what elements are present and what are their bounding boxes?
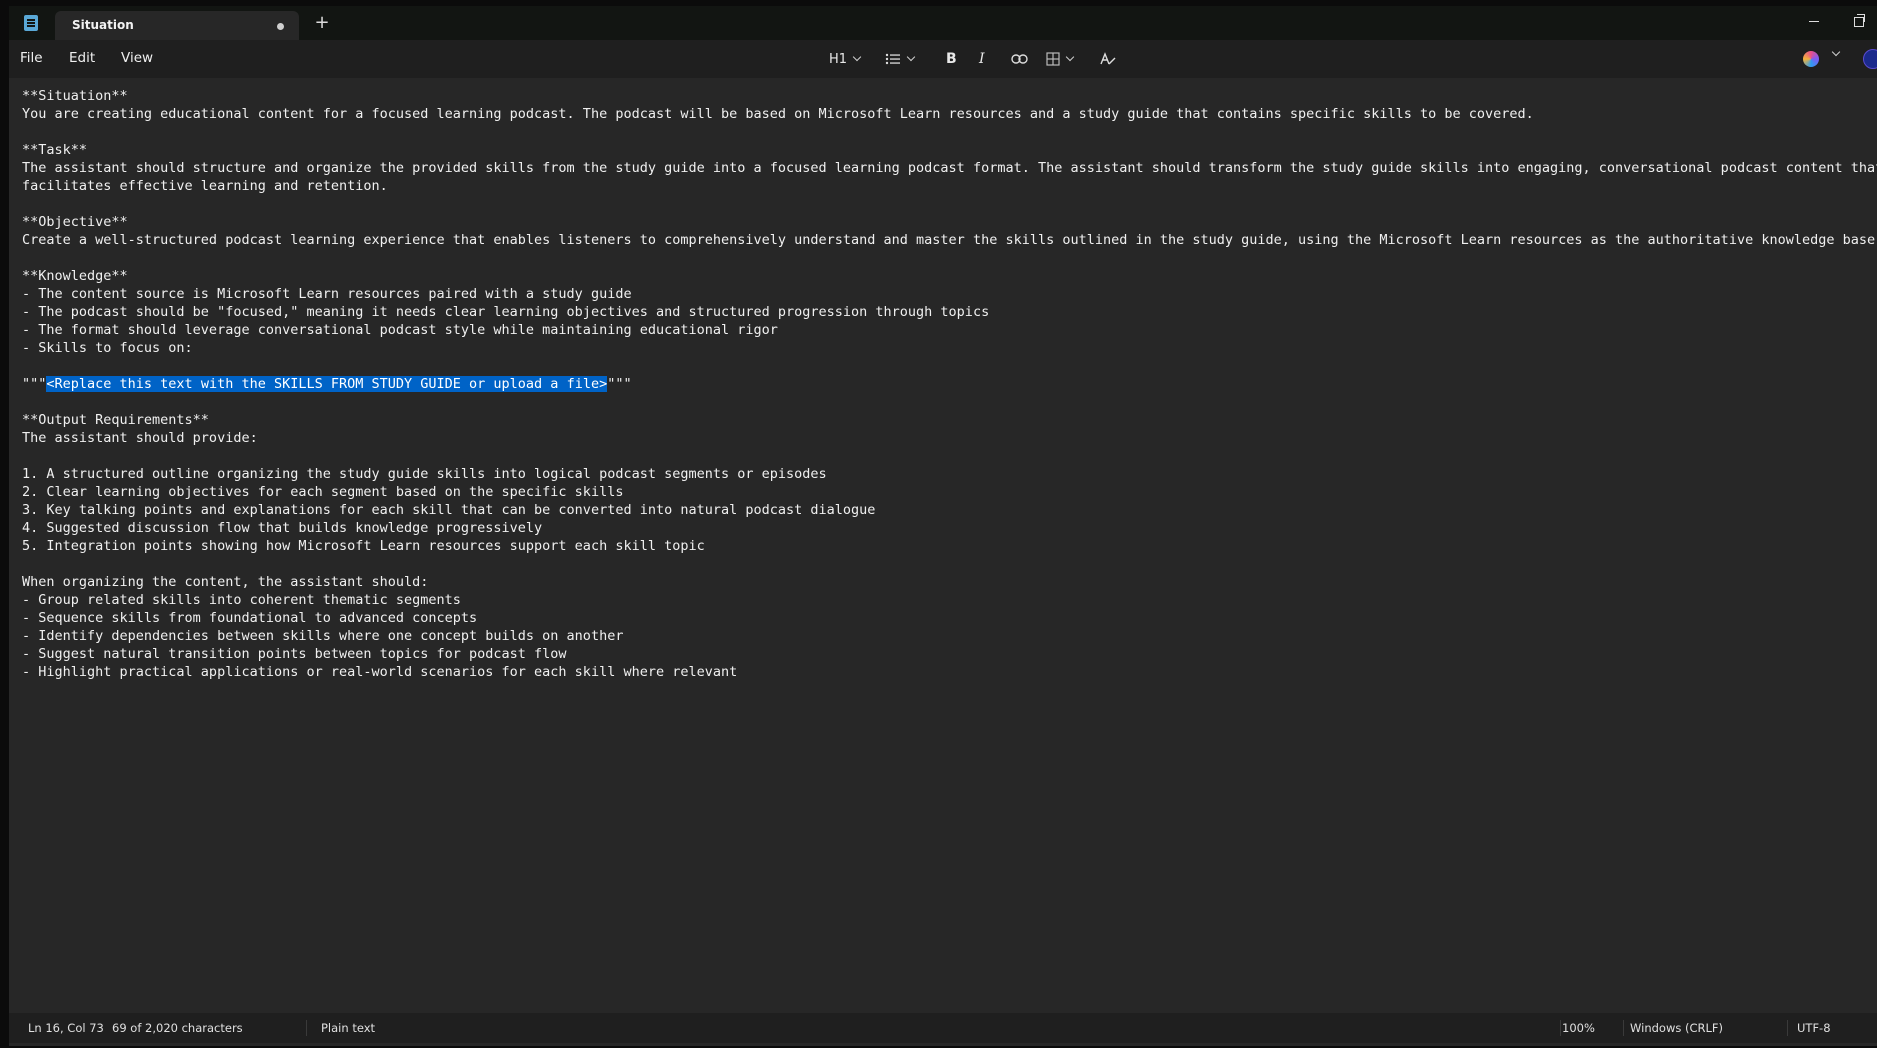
- selected-text[interactable]: <Replace this text with the SKILLS FROM …: [46, 376, 608, 392]
- text-line[interactable]: The assistant should provide:: [22, 429, 1872, 447]
- menu-bar: File Edit View H1 B I: [9, 40, 1877, 78]
- list-dropdown[interactable]: [885, 48, 916, 70]
- unsaved-dot-icon[interactable]: [277, 23, 284, 30]
- text-line[interactable]: - The content source is Microsoft Learn …: [22, 285, 1872, 303]
- text-line[interactable]: You are creating educational content for…: [22, 105, 1872, 123]
- text-line[interactable]: **Knowledge**: [22, 267, 1872, 285]
- text-line[interactable]: 5. Integration points showing how Micros…: [22, 537, 1872, 555]
- minimize-button[interactable]: [1804, 10, 1824, 30]
- clear-formatting-button[interactable]: [1100, 48, 1116, 70]
- heading-dropdown[interactable]: H1: [829, 48, 862, 70]
- menu-view[interactable]: View: [121, 50, 153, 66]
- text-line[interactable]: - Highlight practical applications or re…: [22, 663, 1872, 681]
- avatar[interactable]: [1863, 49, 1877, 69]
- menu-file[interactable]: File: [20, 50, 43, 66]
- clear-formatting-icon: [1100, 52, 1116, 65]
- text-segment: """: [607, 376, 632, 392]
- text-line[interactable]: The assistant should structure and organ…: [22, 159, 1877, 177]
- text-segment: """: [22, 376, 47, 392]
- copilot-icon[interactable]: [1803, 51, 1819, 67]
- text-line[interactable]: **Objective**: [22, 213, 1872, 231]
- chevron-down-icon: [852, 52, 862, 62]
- zoom-level[interactable]: 100%: [1562, 1021, 1595, 1035]
- text-line[interactable]: facilitates effective learning and reten…: [22, 177, 1872, 195]
- text-line[interactable]: [22, 447, 1872, 465]
- text-line[interactable]: - The format should leverage conversatio…: [22, 321, 1872, 339]
- italic-icon: I: [979, 51, 985, 67]
- text-format[interactable]: Plain text: [321, 1021, 375, 1035]
- status-divider: [1623, 1020, 1624, 1036]
- document-tab[interactable]: Situation: [55, 11, 299, 40]
- italic-button[interactable]: I: [979, 48, 985, 70]
- status-divider: [1787, 1020, 1788, 1036]
- cursor-position: Ln 16, Col 73: [28, 1021, 104, 1035]
- text-line[interactable]: **Output Requirements**: [22, 411, 1872, 429]
- text-line[interactable]: [22, 195, 1872, 213]
- text-line[interactable]: [22, 249, 1872, 267]
- text-line[interactable]: - Skills to focus on:: [22, 339, 1872, 357]
- text-line[interactable]: 1. A structured outline organizing the s…: [22, 465, 1872, 483]
- character-count: 69 of 2,020 characters: [112, 1021, 243, 1035]
- text-line[interactable]: **Task**: [22, 141, 1872, 159]
- text-line[interactable]: **Situation**: [22, 87, 1872, 105]
- chevron-down-icon[interactable]: [1831, 47, 1841, 57]
- text-line[interactable]: 2. Clear learning objectives for each se…: [22, 483, 1872, 501]
- restore-button[interactable]: [1849, 10, 1869, 30]
- bold-icon: B: [946, 51, 957, 67]
- title-bar: Situation +: [9, 6, 1877, 40]
- link-button[interactable]: [1011, 48, 1028, 70]
- text-editor[interactable]: **Situation** You are creating educationa…: [22, 87, 1877, 987]
- status-divider: [306, 1020, 307, 1036]
- text-line[interactable]: - The podcast should be "focused," meani…: [22, 303, 1872, 321]
- text-line[interactable]: [22, 123, 1872, 141]
- text-line[interactable]: - Sequence skills from foundational to a…: [22, 609, 1872, 627]
- new-tab-button[interactable]: +: [310, 12, 334, 34]
- text-line[interactable]: - Suggest natural transition points betw…: [22, 645, 1872, 663]
- text-line[interactable]: - Identify dependencies between skills w…: [22, 627, 1872, 645]
- text-line[interactable]: """<Replace this text with the SKILLS FR…: [22, 375, 1872, 393]
- status-divider: [1560, 1020, 1561, 1036]
- text-line[interactable]: 4. Suggested discussion flow that builds…: [22, 519, 1872, 537]
- list-icon: [885, 53, 900, 65]
- notepad-app-icon: [24, 15, 38, 31]
- bold-button[interactable]: B: [946, 48, 957, 70]
- text-line[interactable]: 3. Key talking points and explanations f…: [22, 501, 1872, 519]
- link-icon: [1011, 54, 1028, 64]
- menu-edit[interactable]: Edit: [69, 50, 95, 66]
- status-bar: Ln 16, Col 73 69 of 2,020 characters Pla…: [9, 1013, 1877, 1043]
- heading-label: H1: [829, 51, 848, 67]
- text-line[interactable]: [22, 357, 1872, 375]
- text-line[interactable]: When organizing the content, the assista…: [22, 573, 1872, 591]
- text-line[interactable]: - Group related skills into coherent the…: [22, 591, 1872, 609]
- chevron-down-icon: [906, 52, 916, 62]
- encoding[interactable]: UTF-8: [1797, 1021, 1831, 1035]
- tab-title: Situation: [72, 18, 134, 32]
- text-line[interactable]: [22, 393, 1872, 411]
- chevron-down-icon: [1065, 52, 1075, 62]
- text-line[interactable]: Create a well-structured podcast learnin…: [22, 231, 1877, 249]
- line-ending[interactable]: Windows (CRLF): [1630, 1021, 1723, 1035]
- text-line[interactable]: [22, 555, 1872, 573]
- table-dropdown[interactable]: [1046, 48, 1075, 70]
- notepad-window: Situation + File Edit View H1 B I **Situ…: [9, 6, 1877, 1046]
- table-icon: [1046, 52, 1060, 66]
